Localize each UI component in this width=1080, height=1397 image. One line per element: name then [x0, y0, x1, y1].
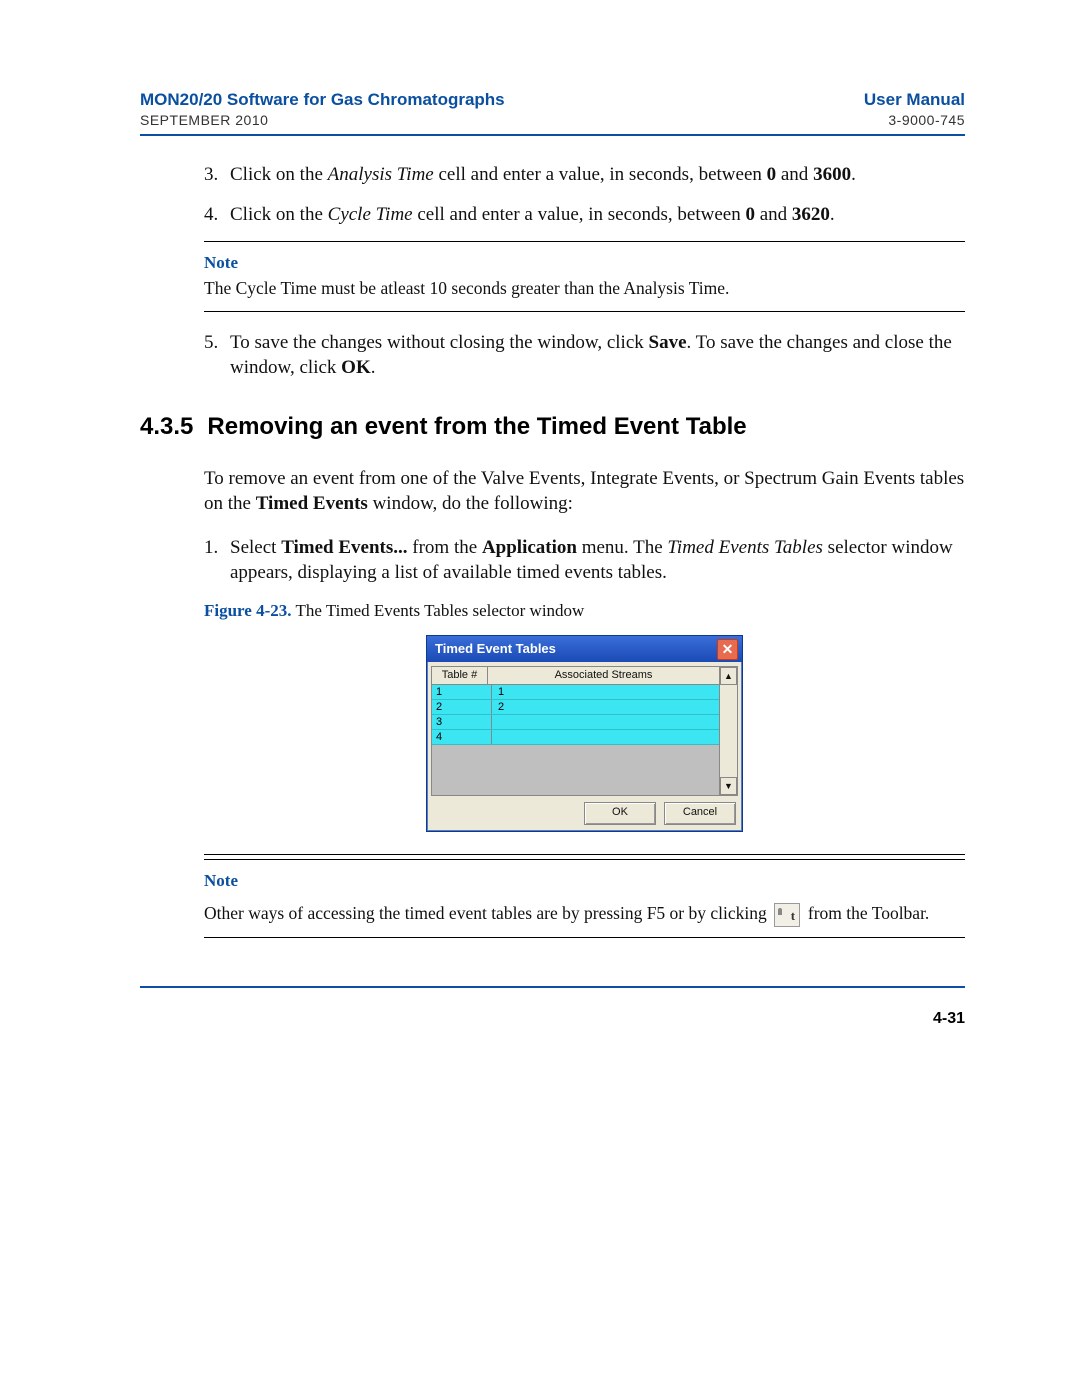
grid-header-row: Table # Associated Streams [432, 667, 719, 685]
header-rule [140, 134, 965, 136]
note-1-text: The Cycle Time must be atleast 10 second… [204, 277, 965, 301]
note-2: Note Other ways of accessing the timed e… [204, 854, 965, 938]
figure-wrap: Timed Event Tables ✕ Table # Associated … [204, 635, 965, 832]
body-content: 3. Click on the Analysis Time cell and e… [140, 162, 965, 938]
section-heading: 4.3.5 Removing an event from the Timed E… [140, 411, 965, 443]
table-row[interactable]: 4 [432, 730, 719, 745]
step-3: 3. Click on the Analysis Time cell and e… [140, 162, 965, 188]
page-number: 4-31 [140, 1010, 965, 1028]
note-2-top-rule [204, 854, 965, 855]
note-1: Note The Cycle Time must be atleast 10 s… [204, 241, 965, 312]
cell-table-num: 2 [432, 700, 492, 714]
manual-page: MON20/20 Software for Gas Chromatographs… [0, 0, 1080, 1397]
cell-table-num: 1 [432, 685, 492, 699]
scroll-down-icon[interactable]: ▼ [720, 777, 737, 795]
note-1-top-rule [204, 241, 965, 242]
figure-caption-text: The Timed Events Tables selector window [292, 601, 585, 620]
dialog-buttons: OK Cancel [431, 796, 738, 827]
cell-table-num: 4 [432, 730, 492, 744]
header-title-left: MON20/20 Software for Gas Chromatographs [140, 90, 505, 110]
note-2-top-rule2 [204, 859, 965, 860]
header-title-right: User Manual [864, 90, 965, 110]
note-2-label: Note [204, 870, 965, 893]
dialog-grid-main: Table # Associated Streams 1 1 2 2 [432, 667, 719, 795]
step-5-num: 5. [204, 330, 230, 381]
step-1-text: Select Timed Events... from the Applicat… [230, 535, 965, 586]
step-1: 1. Select Timed Events... from the Appli… [140, 535, 965, 586]
step-4-num: 4. [204, 202, 230, 228]
note-1-label: Note [204, 252, 965, 275]
step-1-num: 1. [204, 535, 230, 586]
dialog-body: Table # Associated Streams 1 1 2 2 [427, 662, 742, 831]
header-docnum: 3-9000-745 [888, 112, 965, 128]
cell-streams [492, 730, 719, 744]
dialog-grid: Table # Associated Streams 1 1 2 2 [431, 666, 738, 796]
scroll-up-icon[interactable]: ▲ [720, 667, 737, 685]
note-2-bottom-rule [204, 937, 965, 938]
note-1-bottom-rule [204, 311, 965, 312]
step-4: 4. Click on the Cycle Time cell and ente… [140, 202, 965, 228]
cancel-button[interactable]: Cancel [664, 802, 736, 825]
dialog-title-text: Timed Event Tables [435, 640, 556, 658]
timed-event-tables-dialog: Timed Event Tables ✕ Table # Associated … [426, 635, 743, 832]
subheader-row: SEPTEMBER 2010 3-9000-745 [140, 112, 965, 128]
step-3-num: 3. [204, 162, 230, 188]
cell-table-num: 3 [432, 715, 492, 729]
step-4-text: Click on the Cycle Time cell and enter a… [230, 202, 965, 228]
section-num: 4.3.5 [140, 411, 193, 443]
step-3-text: Click on the Analysis Time cell and ente… [230, 162, 965, 188]
note-2-text-2: from the Toolbar. [808, 903, 929, 923]
table-row[interactable]: 3 [432, 715, 719, 730]
figure-caption: Figure 4-23. The Timed Events Tables sel… [204, 600, 965, 623]
col-header-table: Table # [432, 667, 488, 684]
step-5: 5. To save the changes without closing t… [140, 330, 965, 381]
close-icon[interactable]: ✕ [717, 639, 738, 660]
ok-button[interactable]: OK [584, 802, 656, 825]
note-2-body: Other ways of accessing the timed event … [204, 901, 965, 927]
table-row[interactable]: 2 2 [432, 700, 719, 715]
intro-paragraph: To remove an event from one of the Valve… [204, 466, 965, 517]
scrollbar[interactable]: ▲ ▼ [719, 667, 737, 795]
figure-label: Figure 4-23. [204, 601, 292, 620]
cell-streams [492, 715, 719, 729]
dialog-titlebar: Timed Event Tables ✕ [427, 636, 742, 662]
header-date: SEPTEMBER 2010 [140, 112, 268, 128]
cell-streams: 1 [492, 685, 719, 699]
step-5-text: To save the changes without closing the … [230, 330, 965, 381]
col-header-streams: Associated Streams [488, 667, 719, 684]
note-2-text-1: Other ways of accessing the timed event … [204, 903, 771, 923]
footer-rule [140, 986, 965, 988]
header-row: MON20/20 Software for Gas Chromatographs… [140, 90, 965, 110]
section-title: Removing an event from the Timed Event T… [207, 411, 746, 443]
table-row[interactable]: 1 1 [432, 685, 719, 700]
timed-events-toolbar-icon [774, 903, 800, 927]
cell-streams: 2 [492, 700, 719, 714]
